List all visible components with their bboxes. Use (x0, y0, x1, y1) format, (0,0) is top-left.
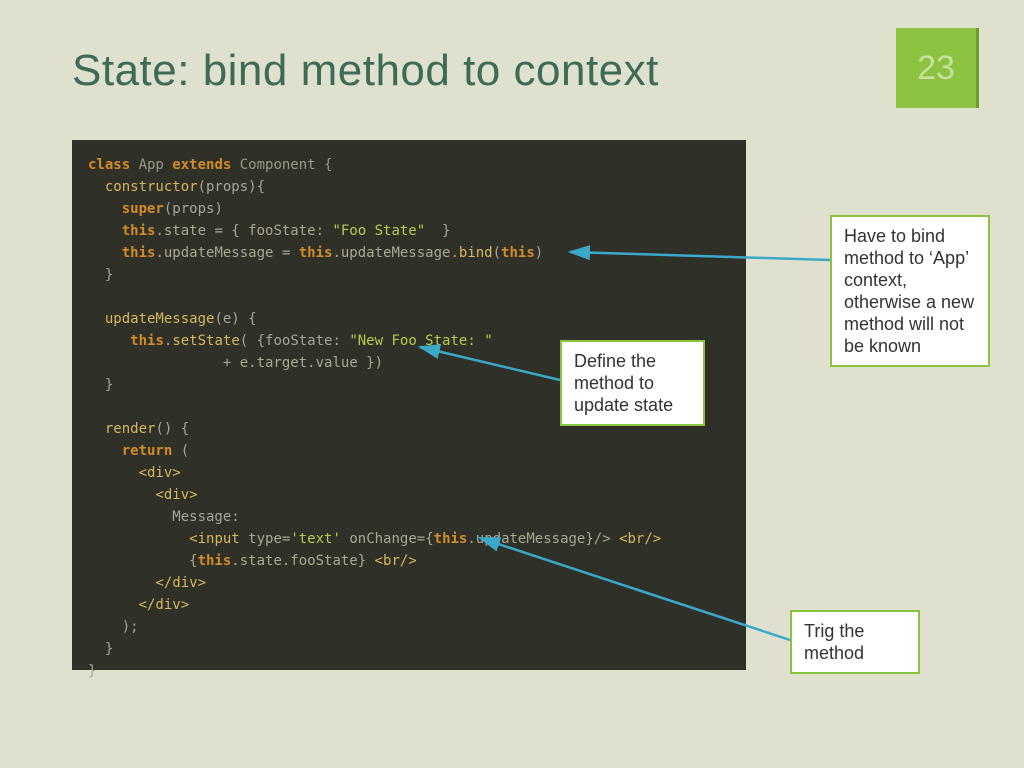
slide-title: State: bind method to context (72, 46, 659, 96)
callout-define-method: Define the method to update state (560, 340, 705, 426)
page-number: 23 (917, 49, 955, 88)
callout-bind-context: Have to bind method to ‘App’ context, ot… (830, 215, 990, 367)
page-number-tab: 23 (896, 28, 976, 108)
callout-trig-method: Trig the method (790, 610, 920, 674)
